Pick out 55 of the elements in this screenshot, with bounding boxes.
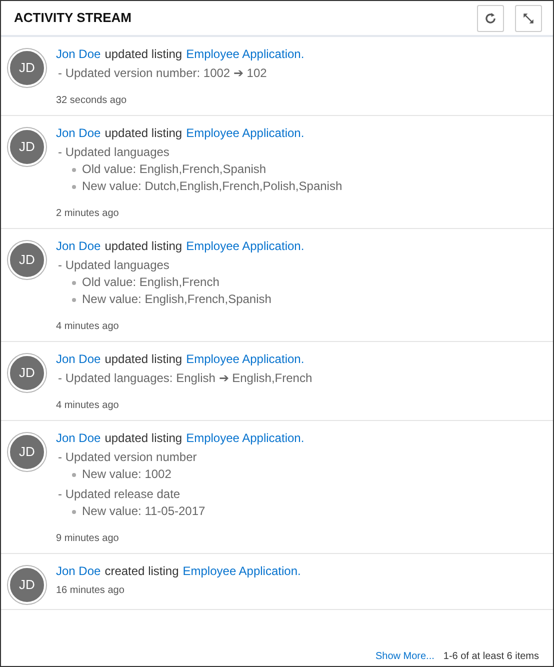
user-link[interactable]: Jon Doe <box>56 238 101 255</box>
change-value: New value: 1002 <box>82 466 172 483</box>
user-link[interactable]: Jon Doe <box>56 46 101 63</box>
change-text: - Updated languages <box>58 257 170 274</box>
listing-link[interactable]: Employee Application. <box>182 563 301 580</box>
expand-button[interactable] <box>515 4 542 32</box>
bullet-icon <box>72 168 76 172</box>
listing-link[interactable]: Employee Application. <box>186 351 304 368</box>
action-text: created listing <box>104 563 179 580</box>
avatar: JD <box>8 354 46 392</box>
listing-link[interactable]: Employee Application. <box>186 430 304 447</box>
action-text: updated listing <box>104 430 182 447</box>
show-more-link[interactable]: Show More... <box>375 650 434 664</box>
bullet-icon <box>72 510 76 514</box>
timestamp: 4 minutes ago <box>56 399 120 413</box>
listing-link[interactable]: Employee Application. <box>186 238 304 255</box>
timestamp: 4 minutes ago <box>56 320 120 334</box>
user-link[interactable]: Jon Doe <box>56 563 101 580</box>
bullet-icon <box>72 298 76 302</box>
action-text: updated listing <box>104 351 182 368</box>
user-link[interactable]: Jon Doe <box>56 430 101 447</box>
expand-icon <box>522 12 535 24</box>
avatar: JD <box>8 49 46 87</box>
change-text: - Updated release date <box>58 486 182 503</box>
change-value: New value: Dutch,English,French,Polish,Spanish <box>82 178 342 195</box>
change-value: Old value: English,French,Spanish <box>82 161 266 178</box>
change-text: - Updated languages <box>58 144 170 161</box>
timestamp: 32 seconds ago <box>56 94 128 108</box>
timestamp: 16 minutes ago <box>56 584 126 598</box>
change-text: - Updated version number <box>58 449 198 466</box>
timestamp: 2 minutes ago <box>56 207 120 221</box>
user-link[interactable]: Jon Doe <box>56 351 101 368</box>
listing-link[interactable]: Employee Application. <box>186 125 304 142</box>
action-text: updated listing <box>104 125 182 142</box>
avatar: JD <box>8 433 46 471</box>
avatar: JD <box>8 128 46 166</box>
change-value: Old value: English,French <box>82 274 220 291</box>
refresh-button[interactable] <box>477 4 504 32</box>
timestamp: 9 minutes ago <box>56 532 120 546</box>
user-link[interactable]: Jon Doe <box>56 125 101 142</box>
bullet-icon <box>72 472 76 476</box>
change-text: - Updated version number: 1002 ➔ 102 <box>58 65 268 82</box>
item-count: 1-6 of at least 6 items <box>443 650 539 664</box>
change-value: New value: 11-05-2017 <box>82 503 206 520</box>
action-text: updated listing <box>104 46 182 63</box>
avatar: JD <box>8 241 46 279</box>
avatar: JD <box>8 566 46 604</box>
bullet-icon <box>72 184 76 188</box>
action-text: updated listing <box>104 238 182 255</box>
listing-link[interactable]: Employee Application. <box>186 46 304 63</box>
change-value: New value: English,French,Spanish <box>82 291 272 308</box>
panel-title: ACTIVITY STREAM <box>14 9 132 28</box>
change-text: - Updated languages: English ➔ English,French <box>58 370 312 387</box>
refresh-icon <box>484 12 497 24</box>
bullet-icon <box>72 280 76 284</box>
